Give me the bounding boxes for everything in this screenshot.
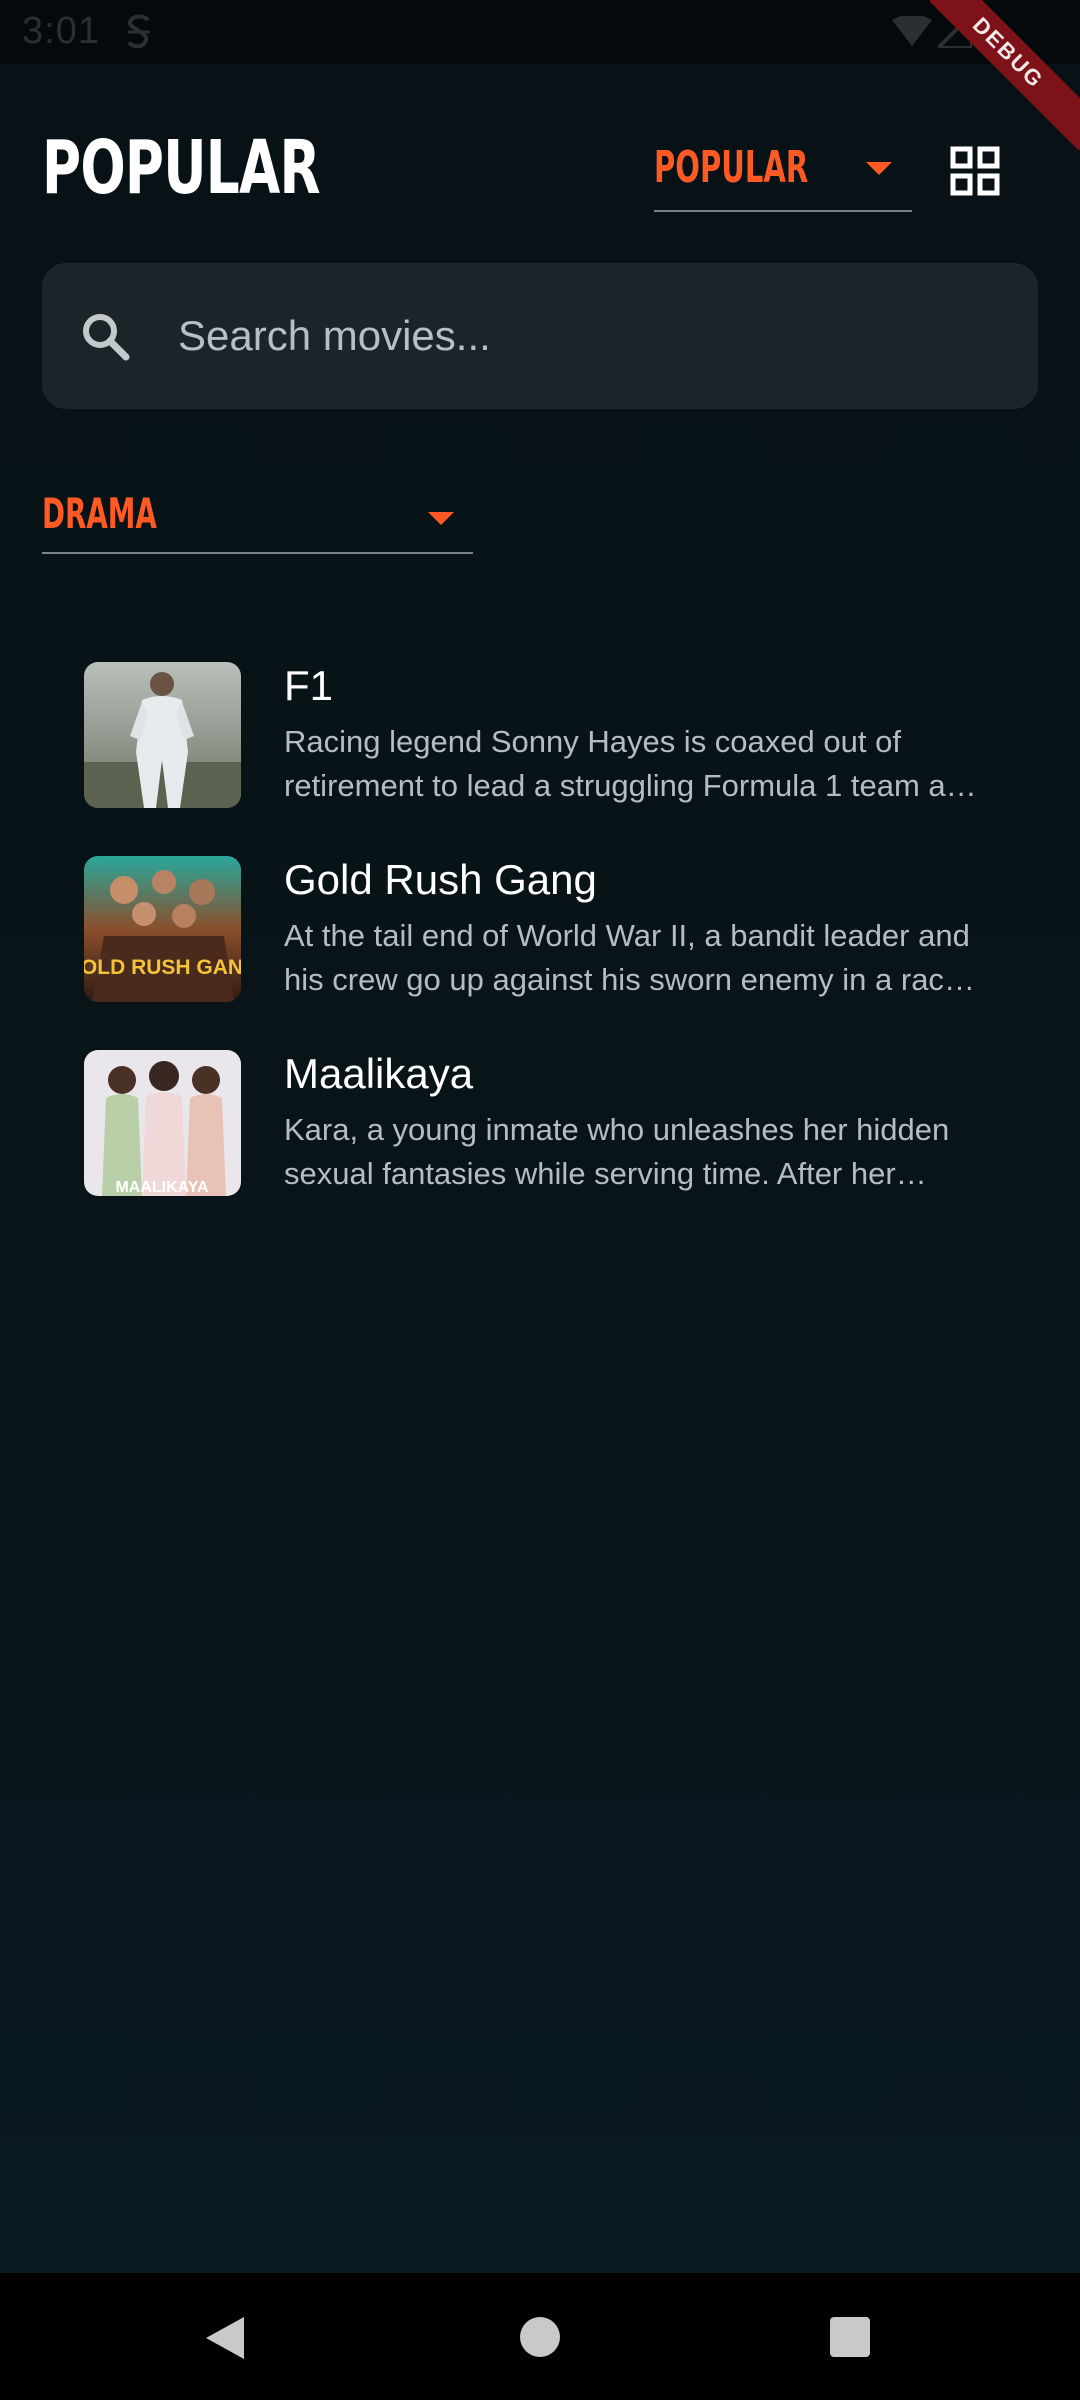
movie-title: Gold Rush Gang xyxy=(284,856,597,903)
chevron-down-icon xyxy=(428,512,454,525)
movie-poster: GOLD RUSH GANG xyxy=(84,856,241,1002)
sort-dropdown[interactable]: POPULAR xyxy=(654,132,912,212)
movie-poster: MAALIKAYA xyxy=(84,1050,241,1196)
search-icon xyxy=(83,314,130,361)
home-icon[interactable] xyxy=(520,2317,560,2357)
recents-icon[interactable] xyxy=(830,2317,870,2357)
grid-view-icon[interactable] xyxy=(950,146,1000,196)
genre-dropdown-label: DRAMA xyxy=(42,489,157,538)
search-input[interactable] xyxy=(178,293,998,379)
movie-list-item[interactable]: F1 Racing legend Sonny Hayes is coaxed o… xyxy=(0,640,1080,834)
back-icon[interactable] xyxy=(200,2313,250,2363)
movie-overview: Racing legend Sonny Hayes is coaxed out … xyxy=(284,724,981,803)
genre-dropdown[interactable]: DRAMA xyxy=(42,478,473,554)
wifi-icon xyxy=(892,16,932,46)
movie-overview: At the tail end of World War II, a bandi… xyxy=(284,918,970,997)
movie-title: F1 xyxy=(284,662,334,709)
sort-dropdown-label: POPULAR xyxy=(654,142,809,193)
navigation-bar xyxy=(0,2273,1080,2400)
movie-poster xyxy=(84,662,241,808)
movie-overview: Kara, a young inmate who unleashes her h… xyxy=(284,1112,950,1191)
chevron-down-icon xyxy=(866,162,892,175)
debug-banner: DEBUG xyxy=(930,0,1080,150)
page-title: POPULAR xyxy=(42,125,321,211)
notification-icon xyxy=(127,14,150,49)
search-bar[interactable] xyxy=(42,263,1038,409)
debug-banner-label: DEBUG xyxy=(930,0,1080,150)
movie-list-item[interactable]: GOLD RUSH GANG Gold Rush Gang At the tai… xyxy=(0,834,1080,1028)
status-time: 3:01 xyxy=(22,10,100,52)
status-bar: 3:01 xyxy=(0,0,1080,64)
poster-text: MAALIKAYA xyxy=(115,1179,209,1196)
movie-title: Maalikaya xyxy=(284,1050,474,1097)
poster-text: GOLD RUSH GANG xyxy=(84,956,241,979)
movie-list-item[interactable]: MAALIKAYA Maalikaya Kara, a young inmate… xyxy=(0,1028,1080,1222)
